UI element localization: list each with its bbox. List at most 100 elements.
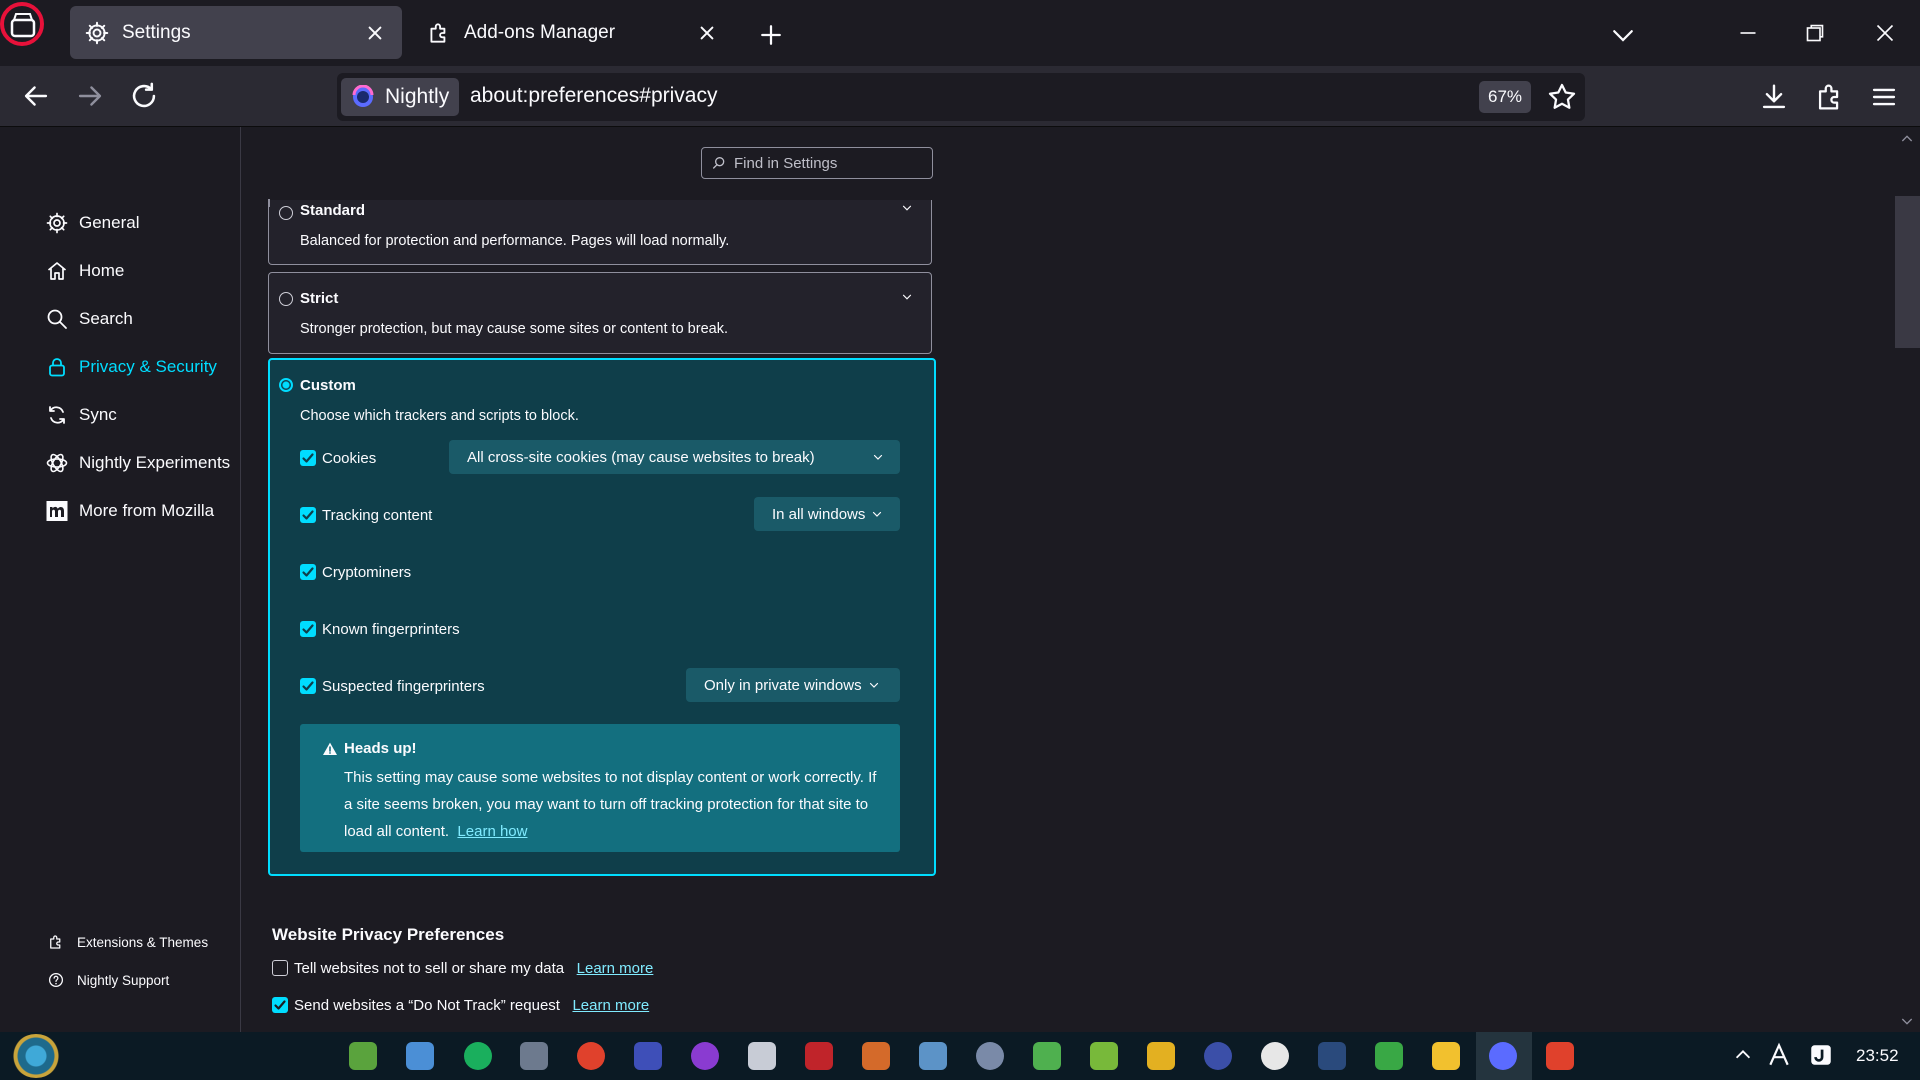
hamburger-menu-icon[interactable] [1867,80,1901,114]
identity-box[interactable]: Nightly [341,78,459,116]
mozilla-icon [46,501,68,521]
taskbar-clock[interactable]: 23:52 [1856,1046,1899,1066]
taskbar-app-icon[interactable] [1147,1042,1175,1070]
sidebar-item-label: General [79,213,140,232]
forward-arrow-icon[interactable] [73,79,107,113]
known-fingerprinters-label: Known fingerprinters [322,621,460,638]
sidebar-item-nightly-experiments[interactable]: Nightly Experiments [45,446,230,480]
taskbar-app-icon[interactable] [1261,1042,1289,1070]
sidebar-item-general[interactable]: General [45,206,139,240]
taskbar-app-icon[interactable] [406,1042,434,1070]
scroll-mask [250,180,950,200]
sidebar-item-label: Sync [79,405,117,424]
sidebar-item-more-from-mozilla[interactable]: More from Mozilla [45,494,214,528]
reload-icon[interactable] [127,79,161,113]
sidebar-item-label: Privacy & Security [79,357,217,376]
taskbar-app-icon[interactable] [691,1042,719,1070]
lock-icon [49,358,65,377]
folder-icon[interactable] [1432,1042,1460,1070]
puzzle-icon[interactable] [1813,80,1847,114]
cookies-select[interactable]: All cross-site cookies (may cause websit… [449,440,900,474]
suspected-fingerprinters-select[interactable]: Only in private windows [686,668,900,702]
taskbar-nightly-icon[interactable] [1489,1042,1517,1070]
tracking-content-checkbox[interactable] [300,507,316,523]
taskbar-app-icon[interactable] [349,1042,377,1070]
tracking-content-select-value: In all windows [772,505,866,523]
cookies-label: Cookies [322,450,377,467]
taskbar-app-icon[interactable] [1204,1042,1232,1070]
find-in-settings-box[interactable] [701,147,933,179]
protection-strict-panel[interactable] [268,272,932,354]
window-close-icon[interactable] [1870,18,1900,48]
taskbar-app-icon[interactable] [1318,1042,1346,1070]
do-not-sell-checkbox[interactable] [272,960,288,976]
taskbar-app-icon[interactable] [1375,1042,1403,1070]
scrollbar-thumb[interactable] [1895,196,1920,348]
taskbar-app-icon[interactable] [805,1042,833,1070]
chevron-down-icon [869,682,878,688]
sidebar-item-nightly-support[interactable]: Nightly Support [47,968,169,992]
do-not-track-row: Send websites a “Do Not Track” request L… [294,997,649,1014]
taskbar-app-icon[interactable] [1090,1042,1118,1070]
taskbar-app-icon[interactable] [634,1042,662,1070]
download-icon[interactable] [1757,80,1791,114]
taskbar-app-icon[interactable] [1546,1042,1574,1070]
suspected-fingerprinters-checkbox[interactable] [300,678,316,694]
strict-radio[interactable] [279,292,293,306]
learn-more-link[interactable]: Learn more [577,960,654,977]
input-method-icon[interactable] [1766,1042,1792,1068]
sidebar-item-label: Nightly Experiments [79,453,231,472]
app-menu-logo-icon[interactable] [0,0,48,56]
taskbar-app-icon[interactable] [1033,1042,1061,1070]
nightly-logo-icon [351,85,375,109]
sidebar-item-privacy-security[interactable]: Privacy & Security [45,350,217,384]
start-button-icon[interactable] [12,1034,60,1078]
url-text[interactable]: about:preferences#privacy [470,84,717,108]
chevron-down-icon[interactable] [900,290,914,304]
taskbar-app-icon[interactable] [577,1042,605,1070]
custom-radio[interactable] [279,378,293,392]
minimize-icon[interactable] [1733,18,1763,48]
new-tab-plus-icon[interactable] [756,20,786,50]
sidebar-item-sync[interactable]: Sync [45,398,117,432]
cookies-checkbox[interactable] [300,450,316,466]
search-icon[interactable] [748,1042,776,1070]
taskbar-app-icon[interactable] [976,1042,1004,1070]
search-icon [713,157,725,169]
known-fingerprinters-checkbox[interactable] [300,621,316,637]
restore-icon[interactable] [1800,18,1830,48]
protection-standard-panel[interactable] [268,194,932,265]
tab-addons-manager[interactable]: Add-ons Manager [412,6,734,59]
cryptominers-checkbox[interactable] [300,564,316,580]
find-in-settings-input[interactable] [732,153,926,173]
standard-radio[interactable] [279,206,293,220]
back-arrow-icon[interactable] [19,79,53,113]
chevron-down-icon[interactable] [900,201,914,215]
close-icon[interactable] [694,20,720,46]
taskbar-app-icon[interactable] [520,1042,548,1070]
heads-up-body: This setting may cause some websites to … [344,764,884,845]
sidebar-item-label: Nightly Support [77,972,170,988]
notification-icon[interactable] [1808,1042,1834,1068]
custom-title: Custom [300,377,356,394]
heads-up-text: This setting may cause some websites to … [344,769,877,840]
taskbar-app-icon[interactable] [919,1042,947,1070]
chevron-up-icon[interactable] [1732,1044,1754,1066]
learn-how-link[interactable]: Learn how [457,823,527,840]
sidebar-item-extensions-themes[interactable]: Extensions & Themes [47,930,208,954]
sidebar-item-search[interactable]: Search [45,302,133,336]
chevron-down-icon[interactable] [1899,1013,1915,1029]
chevron-down-icon[interactable] [1608,20,1638,50]
sidebar-item-home[interactable]: Home [45,254,124,288]
taskbar-app-icon[interactable] [464,1042,492,1070]
tab-settings[interactable]: Settings [70,6,402,59]
chevron-down-icon [873,454,883,460]
close-icon[interactable] [362,20,388,46]
chevron-up-icon[interactable] [1899,131,1915,147]
learn-more-link[interactable]: Learn more [572,997,649,1014]
star-icon[interactable] [1545,80,1579,114]
taskbar-app-icon[interactable] [862,1042,890,1070]
zoom-level-badge[interactable]: 67% [1479,81,1531,113]
tracking-content-select[interactable]: In all windows [754,497,900,531]
do-not-track-checkbox[interactable] [272,997,288,1013]
